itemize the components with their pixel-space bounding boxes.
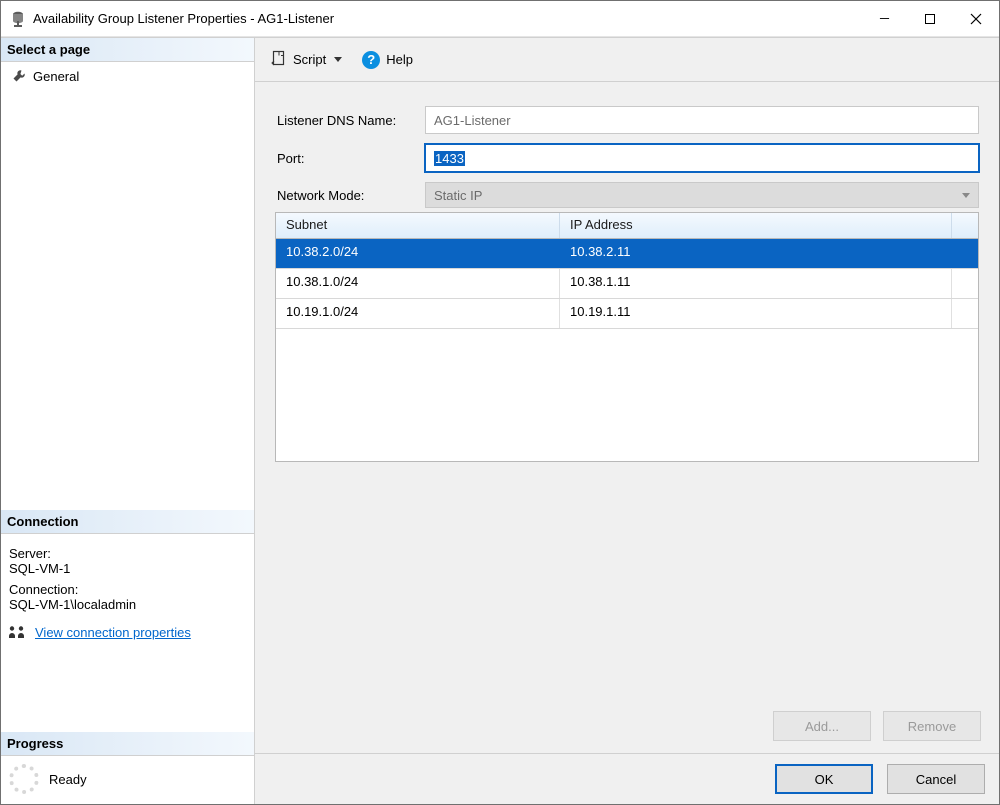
col-header-ip[interactable]: IP Address [560,213,952,238]
col-header-spacer [952,213,978,238]
chevron-down-icon [334,57,342,62]
cell-ip: 10.38.1.11 [560,269,952,298]
grid-button-row: Add... Remove [269,703,985,743]
cell-spacer [952,299,978,328]
port-label: Port: [275,151,425,166]
toolbar: Script ? Help [255,38,999,82]
script-icon [271,50,287,69]
cancel-button[interactable]: Cancel [887,764,985,794]
connection-value: SQL-VM-1\localadmin [9,597,246,612]
form-panel: Listener DNS Name: Port: 1433 Network Mo… [269,96,985,468]
progress-status: Ready [49,772,87,787]
network-mode-combo[interactable]: Static IP [425,182,979,208]
minimize-button[interactable] [861,1,907,36]
select-page-header: Select a page [1,38,254,62]
table-row[interactable]: 10.38.1.0/2410.38.1.11 [276,269,978,299]
page-item-label: General [33,69,79,84]
help-icon: ? [362,51,380,69]
page-list: General [1,62,254,510]
connection-properties-icon [7,622,27,642]
grid-header: Subnet IP Address [276,213,978,239]
col-header-subnet[interactable]: Subnet [276,213,560,238]
dialog-footer: OK Cancel [255,753,999,804]
dns-name-label: Listener DNS Name: [275,113,425,128]
titlebar: Availability Group Listener Properties -… [1,1,999,37]
connection-header: Connection [1,510,254,534]
connection-info: Server: SQL-VM-1 Connection: SQL-VM-1\lo… [1,534,254,614]
script-button[interactable]: Script [265,46,348,73]
sidebar: Select a page General Connection Server:… [1,38,255,804]
cell-ip: 10.38.2.11 [560,239,952,268]
page-item-general[interactable]: General [7,66,248,86]
help-label: Help [386,52,413,67]
connection-label: Connection: [9,582,246,597]
maximize-button[interactable] [907,1,953,36]
help-button[interactable]: ? Help [356,47,419,73]
view-connection-properties-link[interactable]: View connection properties [35,625,191,640]
chevron-down-icon [962,193,970,198]
cell-subnet: 10.19.1.0/24 [276,299,560,328]
subnet-grid: Subnet IP Address 10.38.2.0/2410.38.2.11… [275,212,979,462]
cell-ip: 10.19.1.11 [560,299,952,328]
progress-area: Ready [1,756,254,804]
wrench-icon [11,68,27,84]
dns-name-input[interactable] [425,106,979,134]
app-icon [9,10,27,28]
network-mode-value: Static IP [434,188,482,203]
network-mode-label: Network Mode: [275,188,425,203]
ok-button[interactable]: OK [775,764,873,794]
server-value: SQL-VM-1 [9,561,246,576]
cell-spacer [952,269,978,298]
window: Availability Group Listener Properties -… [0,0,1000,805]
cell-subnet: 10.38.2.0/24 [276,239,560,268]
progress-spinner-icon [9,764,39,794]
remove-button[interactable]: Remove [883,711,981,741]
cell-subnet: 10.38.1.0/24 [276,269,560,298]
table-row[interactable]: 10.19.1.0/2410.19.1.11 [276,299,978,329]
table-row[interactable]: 10.38.2.0/2410.38.2.11 [276,239,978,269]
port-input[interactable]: 1433 [425,144,979,172]
window-title: Availability Group Listener Properties -… [33,11,334,26]
main-panel: Script ? Help Listener DNS Name: [255,38,999,804]
script-label: Script [293,52,326,67]
grid-body: 10.38.2.0/2410.38.2.1110.38.1.0/2410.38.… [276,239,978,461]
window-controls [861,1,999,36]
cell-spacer [952,239,978,268]
server-label: Server: [9,546,246,561]
add-button[interactable]: Add... [773,711,871,741]
close-button[interactable] [953,1,999,36]
progress-header: Progress [1,732,254,756]
